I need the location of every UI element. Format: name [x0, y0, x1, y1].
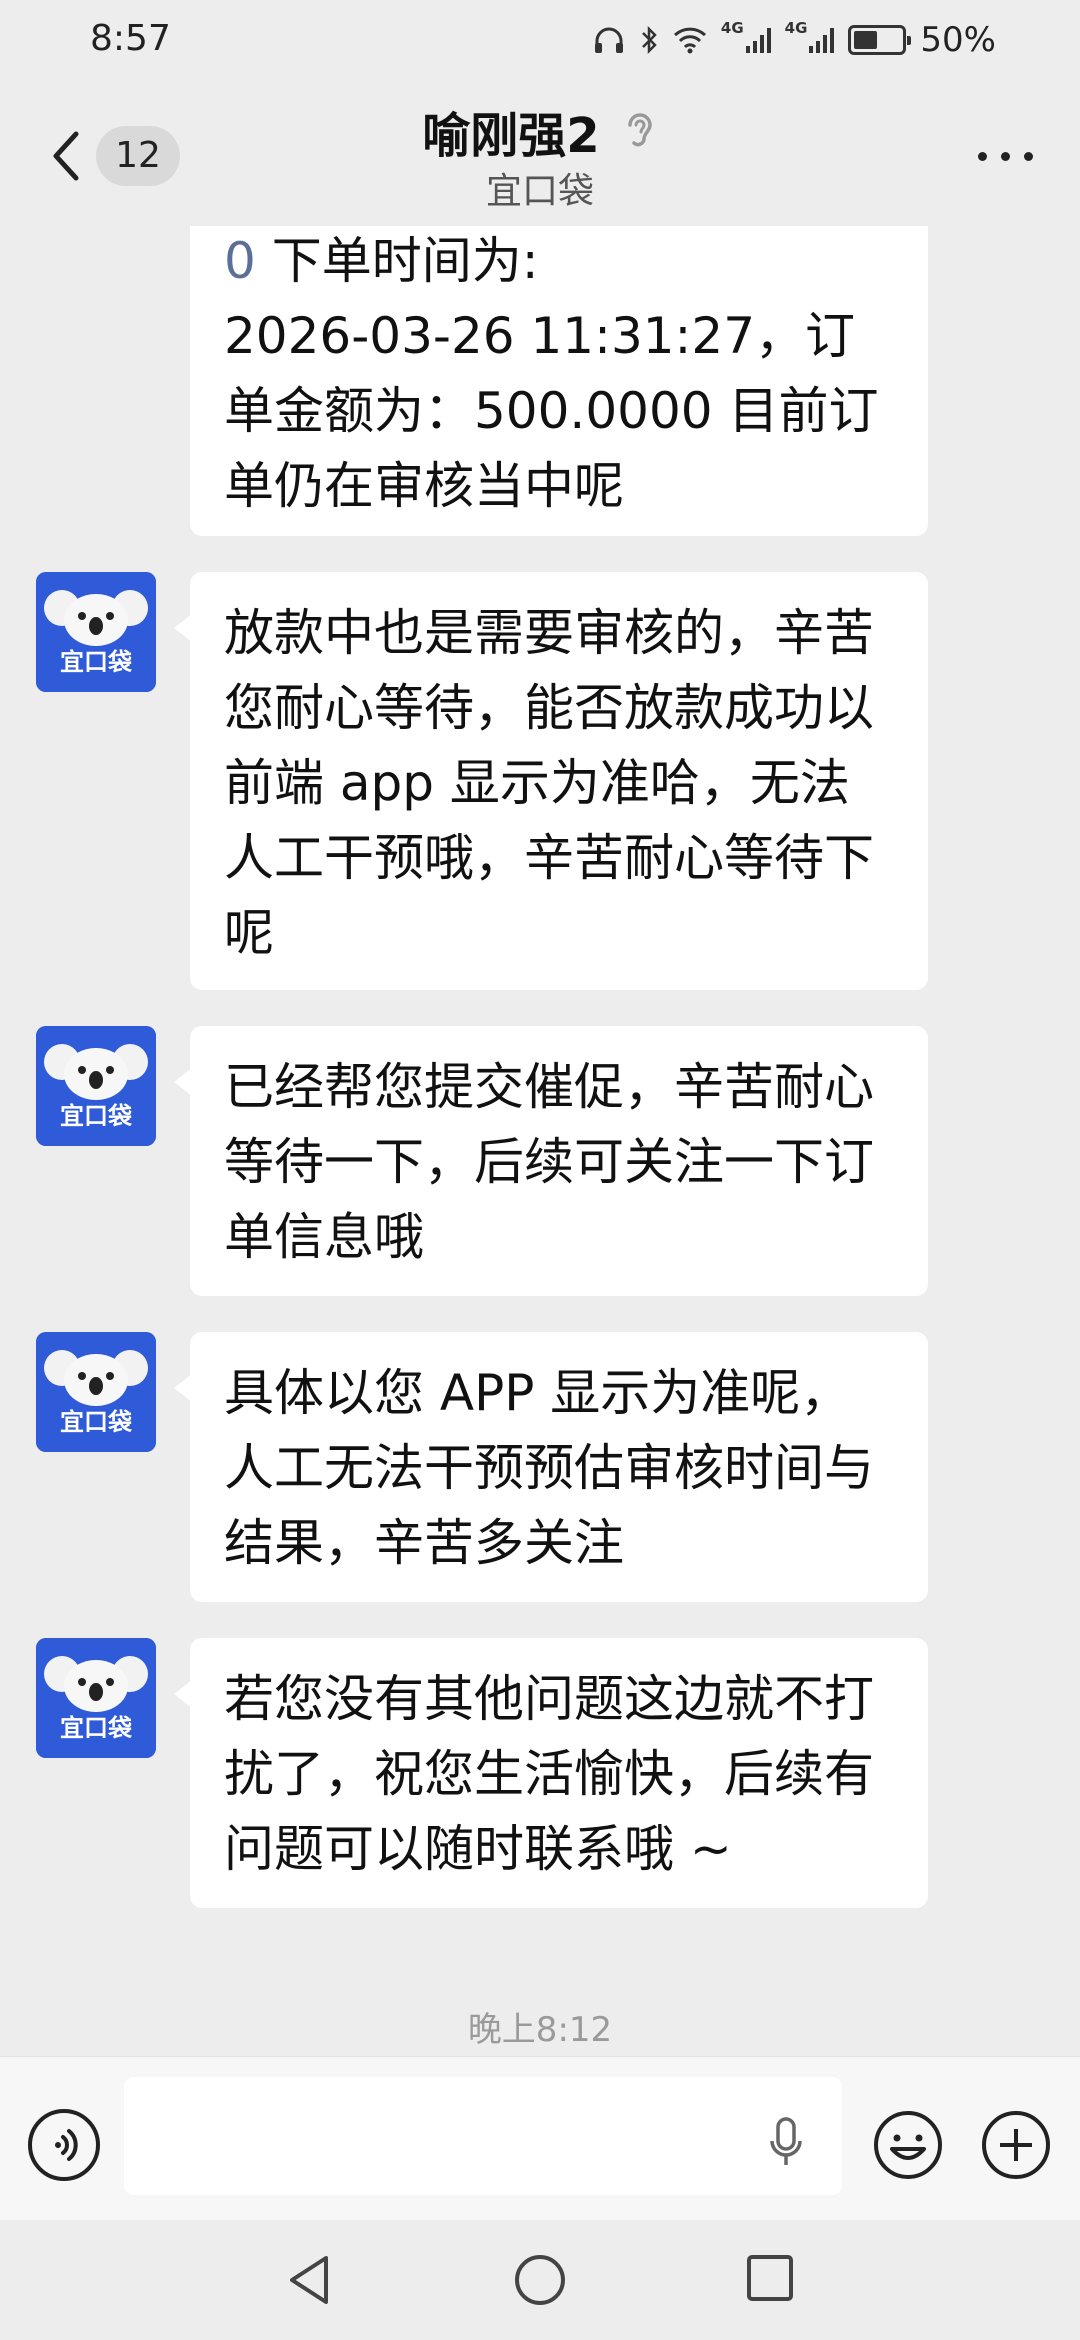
nav-home-icon[interactable]: [512, 2252, 568, 2308]
status-bar: 8:57 4G 4G 50%: [0, 0, 1080, 84]
network-type: 4G: [720, 19, 744, 37]
chat-subtitle: 宜口袋: [485, 171, 594, 212]
koala-logo-icon: 宜口袋: [36, 1026, 156, 1146]
battery-fill: [854, 31, 878, 49]
koala-logo-icon: 宜口袋: [36, 1638, 156, 1758]
koala-logo-icon: 宜口袋: [36, 572, 156, 692]
chat-title-row: 喻刚强2: [0, 96, 1080, 166]
message-input[interactable]: [124, 2077, 842, 2195]
avatar-label: 宜口袋: [60, 648, 133, 676]
message-text: 具体以您 APP 显示为准呢，人工无法干预预估审核时间与结果，辛苦多关注: [224, 1364, 874, 1572]
battery-percent: 50%: [920, 20, 996, 60]
message-bubble[interactable]: 已经帮您提交催促，辛苦耐心等待一下，后续可关注一下订单信息哦: [174, 1026, 928, 1296]
message-bubble[interactable]: 0 下单时间为: 2026-03-26 11:31:27，订单金额为：500.0…: [190, 226, 928, 536]
network-type: 4G: [784, 19, 808, 37]
system-nav-bar: [0, 2220, 1080, 2340]
avatar-label: 宜口袋: [60, 1102, 133, 1130]
message-bubble[interactable]: 放款中也是需要审核的，辛苦您耐心等待，能否放款成功以前端 app 显示为准哈，无…: [174, 572, 928, 990]
message-text: 若您没有其他问题这边就不打扰了，祝您生活愉快，后续有问题可以随时联系哦 ~: [224, 1670, 874, 1878]
plus-icon[interactable]: [980, 2109, 1052, 2181]
message-accent-text: 0: [224, 232, 256, 290]
more-dots-icon[interactable]: [970, 144, 1040, 168]
message-text: 放款中也是需要审核的，辛苦您耐心等待，能否放款成功以前端 app 显示为准哈，无…: [224, 604, 874, 962]
avatar-label: 宜口袋: [60, 1408, 133, 1436]
signal-icon: 4G: [785, 19, 835, 53]
battery-icon: [848, 25, 912, 55]
chat-header: 12 喻刚强2 宜口袋: [0, 84, 1080, 226]
message-text: 已经帮您提交催促，辛苦耐心等待一下，后续可关注一下订单信息哦: [224, 1058, 874, 1266]
status-time: 8:57: [90, 18, 171, 59]
avatar[interactable]: 宜口袋: [36, 1638, 156, 1758]
signal-icon: 4G: [721, 19, 771, 53]
wifi-icon: [673, 26, 707, 54]
message-text: 下单时间为: 2026-03-26 11:31:27，订单金额为：500.000…: [224, 232, 879, 515]
avatar-label: 宜口袋: [60, 1714, 133, 1742]
avatar[interactable]: 宜口袋: [36, 1026, 156, 1146]
status-icons: 4G 4G 50%: [593, 16, 996, 64]
avatar[interactable]: 宜口袋: [36, 1332, 156, 1452]
message-list[interactable]: 0 下单时间为: 2026-03-26 11:31:27，订单金额为：500.0…: [0, 226, 1080, 2056]
ear-icon: [627, 113, 652, 147]
nav-recent-icon[interactable]: [744, 2252, 796, 2304]
emoji-icon[interactable]: [872, 2109, 944, 2181]
voice-icon[interactable]: [28, 2109, 100, 2181]
message-bubble[interactable]: 若您没有其他问题这边就不打扰了，祝您生活愉快，后续有问题可以随时联系哦 ~: [174, 1638, 928, 1908]
time-divider: 晚上8:12: [467, 2010, 613, 2050]
koala-logo-icon: 宜口袋: [36, 1332, 156, 1452]
avatar[interactable]: 宜口袋: [36, 572, 156, 692]
nav-back-icon[interactable]: [282, 2250, 338, 2310]
input-bar: [0, 2056, 1080, 2221]
chat-title: 喻刚强2: [422, 108, 600, 164]
microphone-icon[interactable]: [764, 2111, 808, 2175]
message-bubble[interactable]: 具体以您 APP 显示为准呢，人工无法干预预估审核时间与结果，辛苦多关注: [174, 1332, 928, 1602]
headphones-icon: [593, 25, 625, 55]
bluetooth-icon: [639, 25, 659, 55]
